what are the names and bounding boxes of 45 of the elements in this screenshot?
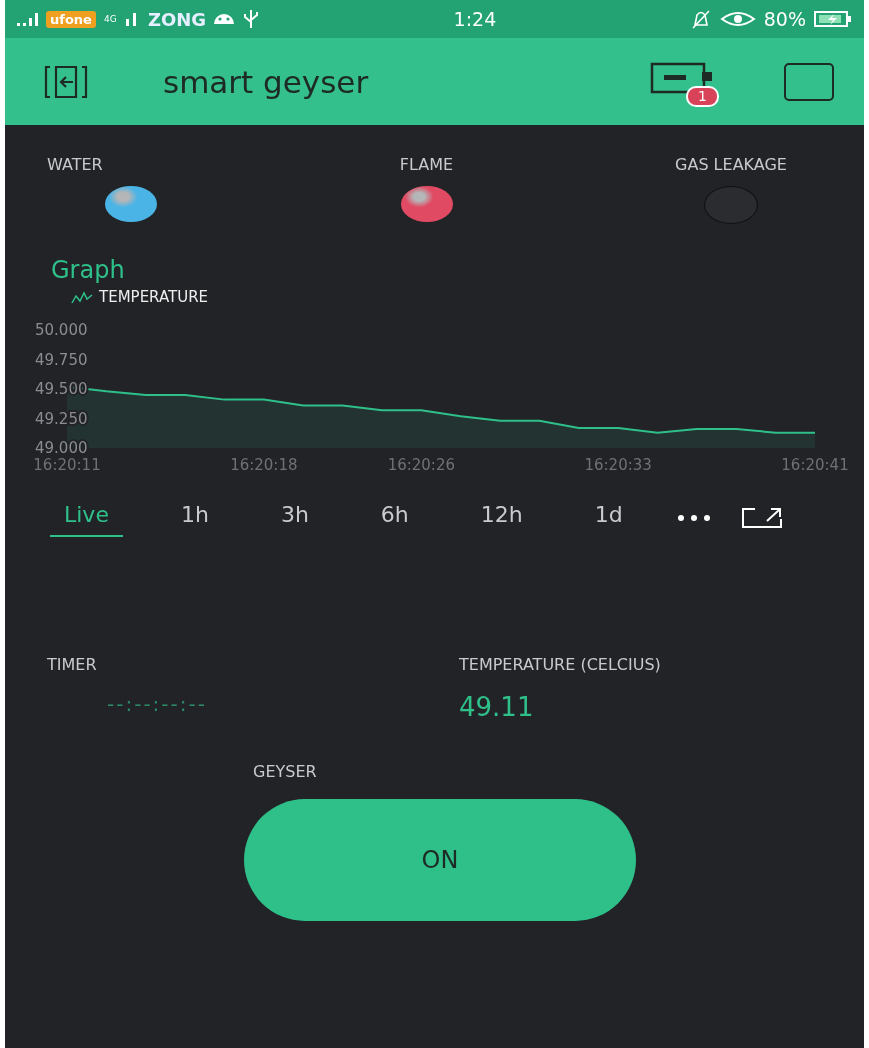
bell-muted-icon [689, 8, 712, 30]
led-label: FLAME [399, 155, 454, 174]
exit-icon[interactable] [43, 63, 89, 100]
temperature-label: TEMPERATURE (CELCIUS) [459, 655, 662, 674]
period-tab[interactable]: 1h [166, 498, 223, 537]
geyser-toggle-button[interactable]: ON [244, 799, 636, 921]
more-icon[interactable] [676, 513, 711, 522]
legend-label: TEMPERATURE [99, 288, 209, 306]
y-tick-label: 50.000 [35, 321, 88, 339]
graph-title: Graph [51, 256, 126, 284]
android-icon [214, 14, 235, 24]
x-tick-label: 16:20:18 [230, 456, 298, 474]
x-tick-label: 16:20:41 [781, 456, 849, 474]
line-chart-icon [71, 290, 93, 304]
temperature-value: 49.11 [459, 692, 535, 722]
led-label: GAS LEAKAGE [675, 155, 787, 174]
expand-icon[interactable] [740, 506, 783, 529]
signal-icon [17, 12, 38, 26]
y-tick-label: 49.000 [35, 439, 88, 457]
geyser-label: GEYSER [253, 762, 318, 781]
eye-icon [719, 10, 756, 28]
clock-time: 1:24 [453, 8, 497, 30]
square-button[interactable] [784, 62, 834, 101]
period-tab[interactable]: Live [50, 498, 123, 537]
x-tick-label: 16:20:11 [33, 456, 101, 474]
notification-badge: 1 [686, 85, 719, 107]
led-label: WATER [47, 155, 103, 174]
y-tick-label: 49.750 [35, 350, 88, 369]
period-tab[interactable]: 1d [580, 498, 637, 537]
period-tab[interactable]: 6h [366, 498, 423, 537]
y-tick-label: 49.250 [35, 409, 88, 428]
timer-value: --:--:--:-- [107, 692, 208, 718]
battery-charging-icon [814, 10, 852, 28]
timer-label: TIMER [47, 655, 98, 674]
y-tick-label: 49.500 [35, 380, 88, 398]
project-title: smart geyser [163, 63, 370, 100]
period-tab[interactable]: 12h [466, 498, 537, 537]
usb-icon [242, 8, 261, 30]
period-tab[interactable]: 3h [266, 498, 323, 537]
network-type: 4G [103, 14, 116, 24]
x-tick-label: 16:20:33 [584, 456, 652, 474]
battery-percent: 80% [763, 8, 806, 30]
carrier-name: ufone [46, 10, 96, 28]
x-tick-label: 16:20:26 [387, 456, 455, 474]
carrier-name: ZONG [147, 8, 207, 30]
